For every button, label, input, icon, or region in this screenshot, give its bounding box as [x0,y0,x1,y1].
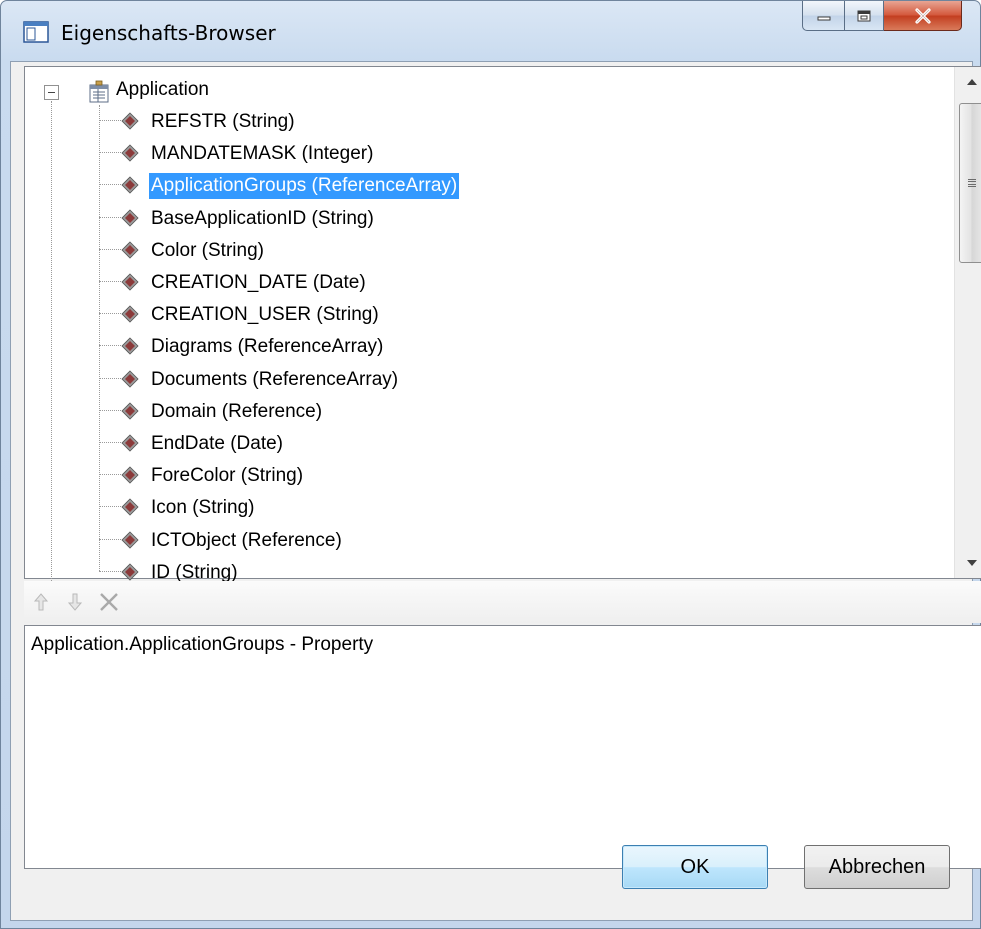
tree-item-label: EndDate (Date) [151,433,284,454]
caption-buttons [802,1,962,31]
property-icon [121,531,139,549]
chevron-up-icon [966,79,977,85]
arrow-up-icon [33,593,49,611]
tree-item[interactable]: MANDATEMASK (Integer) [99,137,949,169]
tree-item[interactable]: Icon (String) [99,491,949,523]
tree-line [51,101,52,581]
tree-item-label: ICTObject (Reference) [151,530,342,551]
tree-toolbar [24,581,981,623]
title-bar[interactable]: Eigenschafts-Browser [1,1,980,61]
tree-item-label: Color (String) [151,240,264,261]
property-icon [121,176,139,194]
tree-line [99,313,121,314]
tree-item[interactable]: ForeColor (String) [99,459,949,491]
property-icon [121,144,139,162]
property-icon [121,273,139,291]
tree-line [99,442,121,443]
tree-item-label: CREATION_DATE (Date) [151,272,366,293]
property-icon [121,337,139,355]
dialog-window: Eigenschafts-Browser Application REFSTR … [0,0,981,929]
tree-line [99,217,121,218]
property-icon [121,466,139,484]
delete-icon [100,593,118,611]
tree-item-label: Documents (ReferenceArray) [151,369,399,390]
tree-item[interactable]: EndDate (Date) [99,427,949,459]
tree-line [99,345,121,346]
close-icon [914,7,931,24]
tree-item-label: BaseApplicationID (String) [151,208,374,229]
tree-item-label: Diagrams (ReferenceArray) [151,336,384,357]
tree-item[interactable]: CREATION_USER (String) [99,298,949,330]
tree-item[interactable]: ICTObject (Reference) [99,524,949,556]
tree-line [99,281,121,282]
property-icon [121,112,139,130]
ok-button[interactable]: OK [622,845,768,889]
close-button[interactable] [884,1,962,31]
tree-item-label: Icon (String) [151,497,255,518]
property-icon [121,402,139,420]
property-icon [121,305,139,323]
tree-line [99,539,121,540]
property-icon [121,434,139,452]
class-icon [89,80,109,103]
scroll-up-button[interactable] [955,67,981,97]
tree-item[interactable]: REFSTR (String) [99,105,949,137]
tree-item[interactable]: Domain (Reference) [99,395,949,427]
minimize-button[interactable] [802,1,844,31]
minimize-icon [817,16,830,20]
chevron-down-icon [966,560,977,566]
tree-line [99,506,121,507]
vertical-scrollbar[interactable] [954,67,981,578]
tree-line [99,120,121,121]
property-icon [121,563,139,581]
tree-item-label: CREATION_USER (String) [151,304,379,325]
cancel-button[interactable]: Abbrechen [804,845,950,889]
move-down-button[interactable] [58,585,92,619]
property-icon [121,370,139,388]
window-icon [23,21,49,43]
tree-item-label: ApplicationGroups (ReferenceArray) [149,173,460,199]
tree-line [99,378,121,379]
tree-root-label[interactable]: Application [116,79,209,101]
tree-item[interactable]: Diagrams (ReferenceArray) [99,330,949,362]
scroll-down-button[interactable] [955,548,981,578]
tree-item-label: REFSTR (String) [151,111,295,132]
tree-line [99,152,121,153]
tree-line [99,410,121,411]
delete-button[interactable] [92,585,126,619]
scroll-thumb[interactable] [959,103,981,263]
tree-line [99,249,121,250]
move-up-button[interactable] [24,585,58,619]
tree-item[interactable]: Documents (ReferenceArray) [99,363,949,395]
tree-line [99,474,121,475]
tree-item-label: ForeColor (String) [151,465,304,486]
tree-item[interactable]: Color (String) [99,234,949,266]
window-title: Eigenschafts-Browser [61,21,276,45]
maximize-button[interactable] [844,1,884,31]
arrow-down-icon [67,593,83,611]
tree-item-label: Domain (Reference) [151,401,323,422]
tree-line [99,571,121,572]
collapse-toggle-icon[interactable] [44,85,59,100]
property-tree[interactable]: Application REFSTR (String) MANDATEMASK (… [24,66,981,583]
maximize-icon [857,10,871,21]
tree-item[interactable]: CREATION_DATE (Date) [99,266,949,298]
tree-item[interactable]: BaseApplicationID (String) [99,202,949,234]
grip-icon [967,179,976,187]
dialog-body: Application REFSTR (String) MANDATEMASK (… [10,61,981,921]
description-panel: Application.ApplicationGroups - Property [24,625,981,869]
tree-line [99,184,121,185]
tree-item-label: MANDATEMASK (Integer) [151,143,374,164]
property-icon [121,241,139,259]
property-icon [121,498,139,516]
description-text: Application.ApplicationGroups - Property [31,634,374,655]
tree-item[interactable]: ApplicationGroups (ReferenceArray) [99,169,949,201]
property-icon [121,209,139,227]
